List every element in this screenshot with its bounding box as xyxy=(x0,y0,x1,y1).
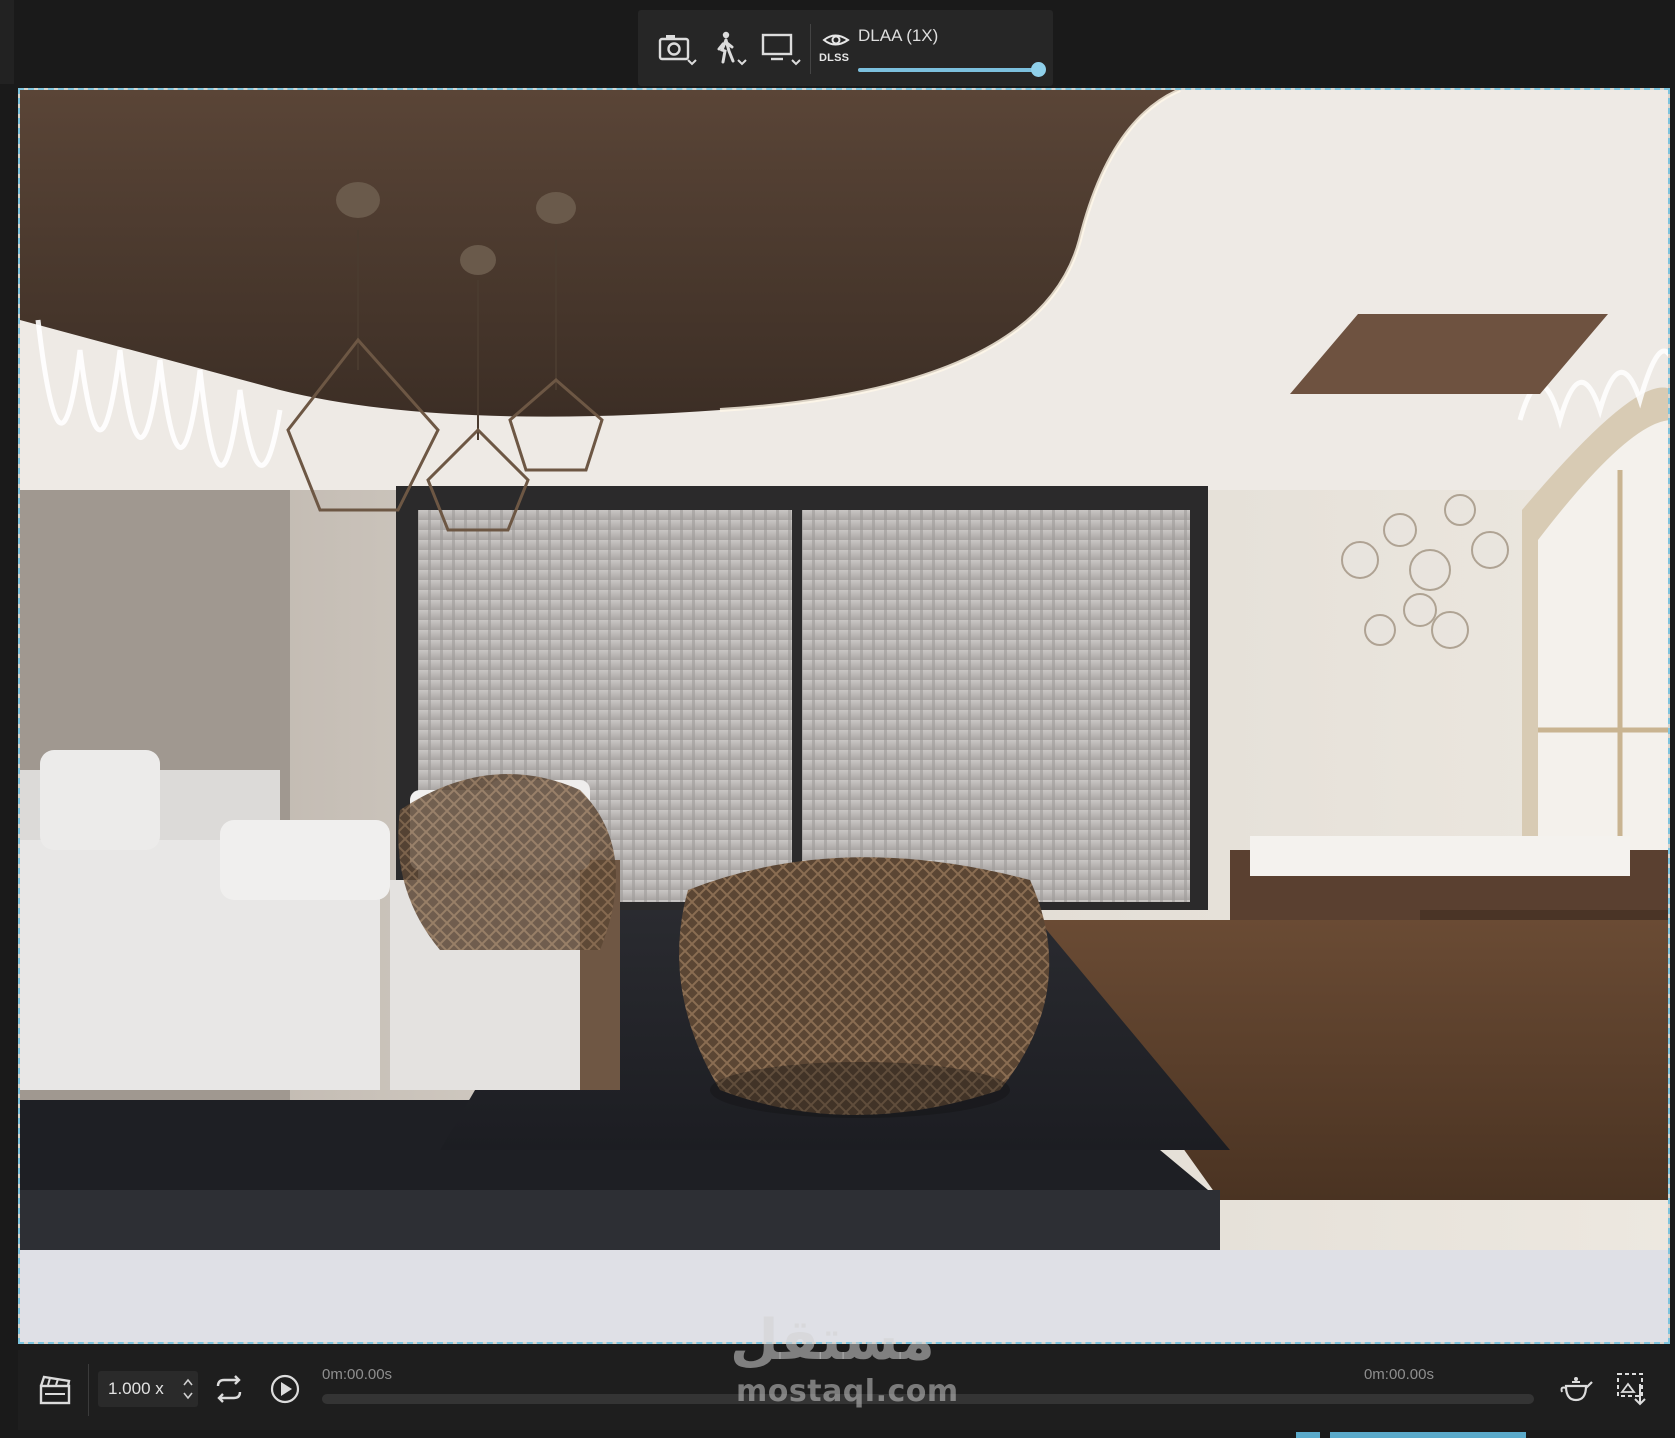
dlss-mode-label: DLAA (1X) xyxy=(858,26,939,45)
teapot-icon[interactable] xyxy=(1558,1372,1594,1406)
time-end: 0m:00.00s xyxy=(1363,1366,1434,1383)
status-accent-bar xyxy=(1330,1432,1526,1438)
dlss-quality-slider[interactable] xyxy=(858,62,1046,78)
render-viewport[interactable] xyxy=(18,88,1670,1344)
render-scene xyxy=(20,90,1668,1342)
walk-mode-button[interactable] xyxy=(708,30,756,70)
slider-fill xyxy=(858,68,1038,72)
play-icon[interactable] xyxy=(268,1372,302,1406)
time-start: 0m:00.00s xyxy=(322,1366,393,1383)
camera-icon xyxy=(658,35,697,66)
export-icon[interactable] xyxy=(1614,1370,1650,1408)
clapperboard-icon[interactable] xyxy=(38,1372,72,1406)
loop-icon[interactable] xyxy=(212,1372,246,1406)
camera-button[interactable] xyxy=(656,30,704,70)
slider-thumb[interactable] xyxy=(1031,62,1046,77)
speed-stepper-icon[interactable] xyxy=(182,1374,194,1404)
left-panel-edge xyxy=(0,0,14,84)
watermark-latin: mostaql.com xyxy=(736,1374,959,1409)
playback-speed-field[interactable]: 1.000 x xyxy=(98,1371,198,1407)
speed-value: 1.000 x xyxy=(108,1379,164,1398)
display-button[interactable] xyxy=(760,30,808,70)
viewport-toolbar: DLSS DLAA (1X) xyxy=(638,10,1053,86)
timeline-separator xyxy=(88,1364,89,1416)
watermark-arabic: مستقل xyxy=(730,1308,935,1373)
toolbar-separator xyxy=(810,24,811,74)
walk-mode-icon xyxy=(717,31,747,66)
monitor-icon xyxy=(761,33,801,66)
status-accent xyxy=(1296,1432,1320,1438)
dlss-label: DLSS xyxy=(819,52,850,64)
